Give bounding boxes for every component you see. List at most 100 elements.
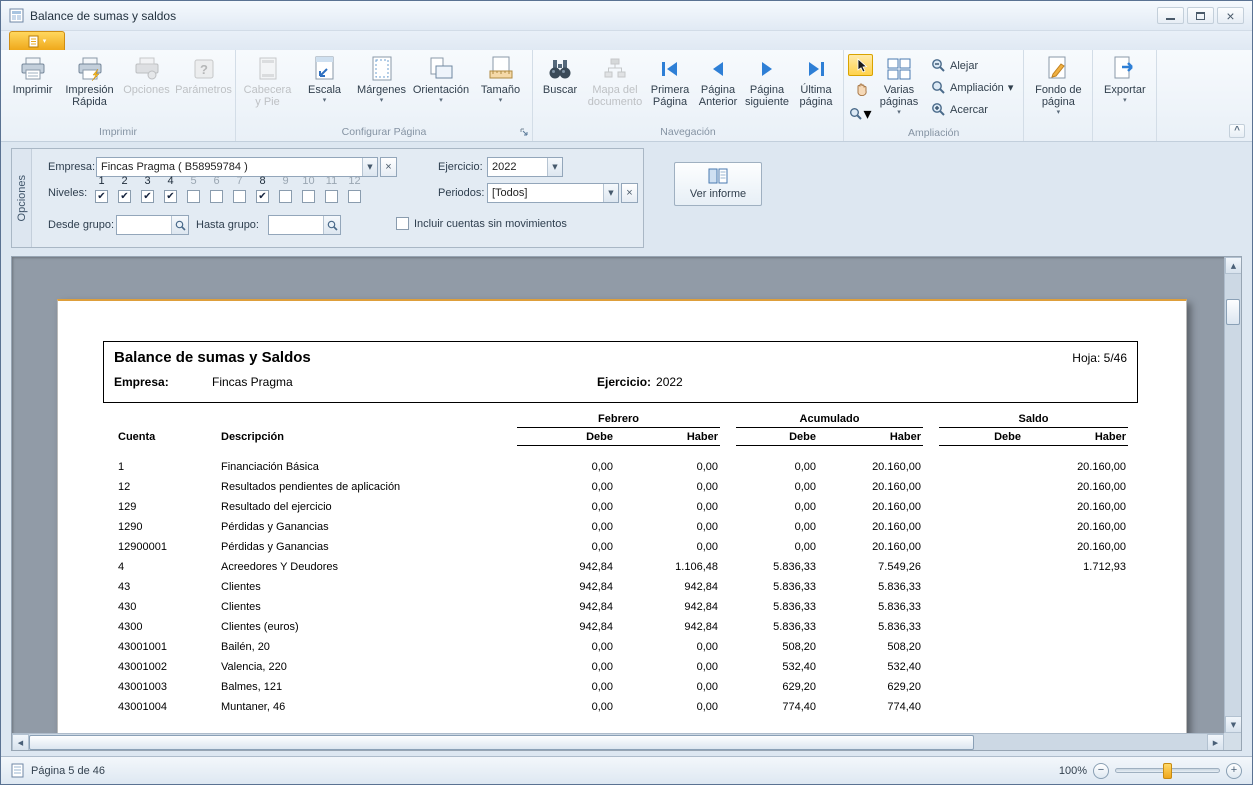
scroll-left-icon[interactable]: ◀ [12,734,29,751]
cell-acu_haber: 20.160,00 [818,481,923,493]
nivel-checkbox[interactable] [279,190,292,203]
escala-button[interactable]: Escala ▾ [296,52,353,125]
ultima-pagina-label: Última página [793,84,839,108]
ver-informe-button[interactable]: Ver informe [674,162,762,206]
nivel-checkbox[interactable]: ✔ [256,190,269,203]
acercar-button[interactable]: Acercar [927,100,1017,119]
buscar-button[interactable]: Buscar [536,52,584,125]
minimize-button[interactable] [1157,7,1184,24]
incluir-cuentas-checkbox[interactable] [396,217,409,230]
periodos-combobox[interactable]: [Todos] ▼ [487,183,619,203]
cell-cuenta: 4300 [118,621,221,633]
horizontal-scrollbar-thumb[interactable] [29,735,974,750]
desde-grupo-search-button[interactable] [171,216,188,234]
underline-acumulado [736,443,923,446]
nivel-column: 7 [228,175,251,203]
cell-descripcion: Acreedores Y Deudores [221,561,501,573]
nivel-checkbox[interactable] [325,190,338,203]
report-icon [708,168,728,185]
fondo-pagina-button[interactable]: Fondo de página ▾ [1027,52,1089,125]
hand-tool-button[interactable] [848,78,873,100]
tamano-button[interactable]: Tamaño ▾ [472,52,529,125]
zoom-out-button[interactable]: − [1093,763,1109,779]
dropdown-arrow-icon[interactable]: ▼ [362,158,377,176]
cell-acu_haber: 5.836,33 [818,581,923,593]
document-preview[interactable]: Balance de sumas y Saldos Hoja: 5/46 Emp… [11,256,1242,751]
column-header-debe: Debe [720,431,818,443]
nivel-checkbox[interactable]: ✔ [118,190,131,203]
hasta-grupo-search-button[interactable] [323,216,340,234]
scrollbar-corner [1224,733,1241,750]
zoom-slider[interactable] [1115,768,1220,773]
cell-acu_debe: 5.836,33 [720,561,818,573]
zoom-in-button[interactable]: + [1226,763,1242,779]
ultima-pagina-button[interactable]: Última página [792,52,840,125]
margenes-button[interactable]: Márgenes ▾ [353,52,410,125]
pointer-tool-button[interactable] [848,54,873,76]
app-icon [9,8,24,23]
dialog-launcher-icon[interactable] [519,127,529,142]
nivel-column: 11 [320,175,343,203]
nivel-number: 1 [98,175,104,187]
nivel-checkbox[interactable] [187,190,200,203]
nivel-checkbox[interactable] [348,190,361,203]
nivel-number: 2 [121,175,127,187]
scale-icon [312,54,338,84]
nivel-checkbox[interactable]: ✔ [95,190,108,203]
incluir-cuentas-checkbox-row: Incluir cuentas sin movimientos [396,217,567,230]
nivel-checkbox[interactable]: ✔ [164,190,177,203]
horizontal-scrollbar-track[interactable] [974,734,1207,750]
report-table: Febrero Acumulado Saldo Cuenta Descripci… [118,413,1128,717]
varias-paginas-button[interactable]: Varias páginas ▾ [874,52,924,126]
desde-grupo-label: Desde grupo: [48,215,114,235]
vertical-scrollbar-thumb[interactable] [1226,299,1240,325]
close-button[interactable]: × [1217,7,1244,24]
file-menu-tab[interactable]: ▾ [9,31,65,50]
ampliacion-button[interactable]: Ampliación ▾ [927,78,1017,97]
exportar-button[interactable]: Exportar ▾ [1096,52,1153,125]
desde-grupo-field[interactable] [117,216,171,234]
parametros-label: Parámetros [175,84,232,96]
periodos-clear-button[interactable]: × [621,183,638,203]
nivel-checkbox[interactable] [302,190,315,203]
column-header-haber: Haber [615,431,720,443]
scroll-down-icon[interactable]: ▼ [1225,716,1242,733]
pagina-anterior-button[interactable]: Página Anterior [694,52,742,125]
hasta-grupo-field[interactable] [269,216,323,234]
scroll-up-icon[interactable]: ▲ [1225,257,1242,274]
report-row: 43001001Bailén, 200,000,00508,20508,20 [118,637,1128,657]
underline-saldo [939,443,1128,446]
maximize-button[interactable] [1187,7,1214,24]
desde-grupo-input[interactable] [116,215,189,235]
empresa-clear-button[interactable]: × [380,157,397,177]
periodos-label: Periodos: [438,183,484,203]
vertical-scrollbar[interactable]: ▲ ▼ [1224,257,1241,733]
scroll-right-icon[interactable]: ▶ [1207,734,1224,751]
report-header-box: Balance de sumas y Saldos Hoja: 5/46 Emp… [103,341,1138,403]
cell-acu_haber: 20.160,00 [818,461,923,473]
table-header-underlines [118,443,1128,446]
cell-acu_debe: 629,20 [720,681,818,693]
alejar-button[interactable]: Alejar [927,56,1017,75]
primera-pagina-button[interactable]: Primera Página [646,52,694,125]
zoom-tool-button[interactable]: ▾ [848,102,873,124]
ver-informe-label: Ver informe [690,188,746,200]
dropdown-arrow-icon[interactable]: ▼ [603,184,618,202]
horizontal-scrollbar[interactable]: ◀ ▶ [12,733,1224,750]
nivel-checkbox[interactable]: ✔ [141,190,154,203]
group-label-exportar [1093,125,1156,141]
pagina-siguiente-button[interactable]: Página siguiente [742,52,792,125]
imprimir-button[interactable]: Imprimir [4,52,61,125]
orientacion-button[interactable]: Orientación ▾ [410,52,472,125]
ejercicio-combobox[interactable]: 2022 ▼ [487,157,563,177]
ribbon-collapse-button[interactable]: ^ [1229,124,1245,138]
empresa-combobox[interactable]: Fincas Pragma ( B58959784 ) ▼ [96,157,378,177]
alejar-label: Alejar [950,60,978,72]
cell-feb_haber: 0,00 [615,681,720,693]
hasta-grupo-input[interactable] [268,215,341,235]
zoom-slider-thumb[interactable] [1163,763,1172,779]
nivel-checkbox[interactable] [233,190,246,203]
nivel-checkbox[interactable] [210,190,223,203]
dropdown-arrow-icon[interactable]: ▼ [547,158,562,176]
impresion-rapida-button[interactable]: Impresión Rápida [61,52,118,125]
